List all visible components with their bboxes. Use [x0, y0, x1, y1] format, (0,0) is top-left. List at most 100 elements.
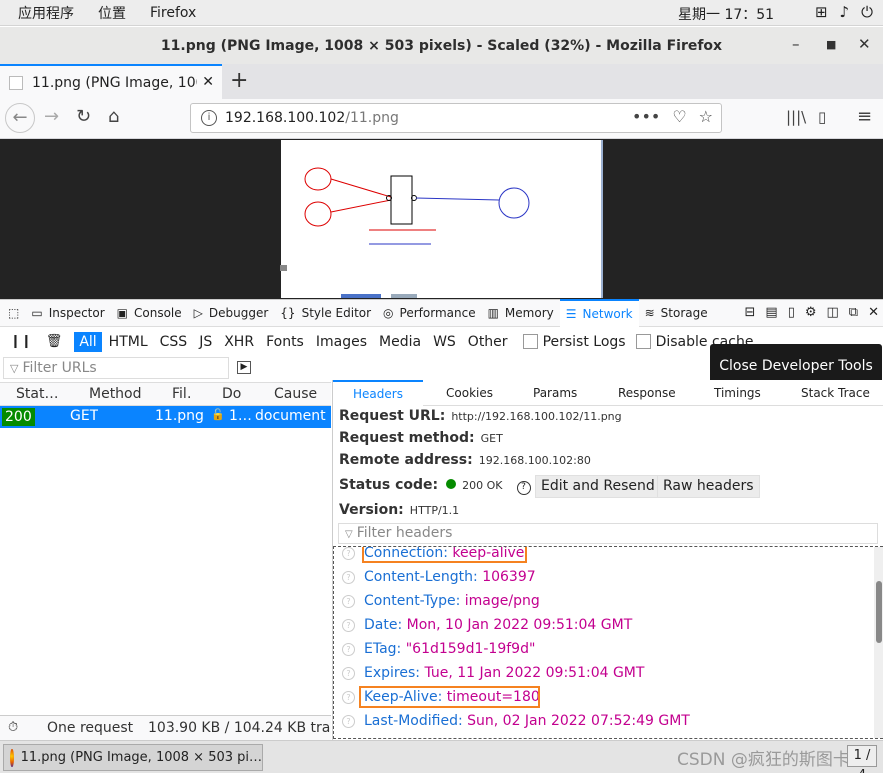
tab-inspector[interactable]: ▭ Inspector: [25, 299, 110, 327]
tab-headers[interactable]: Headers: [333, 380, 423, 406]
toggle-details-icon[interactable]: ▶: [237, 361, 251, 374]
col-method[interactable]: Method: [89, 386, 142, 402]
filter-images[interactable]: Images: [311, 332, 372, 352]
tab-response[interactable]: Response: [618, 386, 676, 400]
col-file[interactable]: Fil…: [172, 386, 192, 402]
header-help-icon[interactable]: ?: [342, 595, 355, 608]
filter-headers-input[interactable]: ▽ Filter headers: [338, 523, 878, 544]
request-table-header: Stat… Method Fil… Do Cause: [0, 382, 331, 406]
tab-network[interactable]: ☰ Network: [559, 299, 639, 327]
workspace-pager[interactable]: 1 / 4: [847, 745, 877, 773]
col-domain[interactable]: Do: [222, 386, 242, 402]
filter-fonts[interactable]: Fonts: [261, 332, 309, 352]
close-devtools-icon[interactable]: ✕: [868, 305, 879, 320]
system-tray[interactable]: ⊞ ♪ ⏻: [815, 3, 873, 21]
url-text[interactable]: 192.168.100.102/11.png: [225, 110, 399, 126]
clock[interactable]: 星期一 17：51: [678, 4, 774, 24]
minimize-icon[interactable]: –: [792, 35, 800, 53]
tab-cookies[interactable]: Cookies: [446, 386, 493, 400]
clear-trash-icon[interactable]: 🗑: [46, 334, 63, 349]
close-tab-icon[interactable]: ✕: [202, 74, 214, 90]
col-status[interactable]: Stat…: [16, 386, 62, 402]
col-cause[interactable]: Cause: [274, 386, 317, 402]
headers-scrollbar[interactable]: [874, 547, 883, 738]
filter-all[interactable]: All: [74, 331, 102, 352]
request-method-row: Request method: GET: [339, 430, 503, 446]
raw-headers-button[interactable]: Raw headers: [657, 475, 760, 498]
tab-params[interactable]: Params: [533, 386, 577, 400]
header-help-icon[interactable]: ?: [342, 643, 355, 656]
active-app-menu[interactable]: Firefox: [144, 5, 202, 21]
tab-image[interactable]: 11.png (PNG Image, 1008 × 503 pixels) ✕: [0, 64, 222, 99]
forward-button-icon[interactable]: →: [44, 106, 59, 127]
volume-icon[interactable]: ♪: [840, 3, 850, 21]
new-tab-icon[interactable]: +: [230, 68, 248, 93]
power-icon[interactable]: ⏻: [861, 3, 873, 21]
tab-console[interactable]: ▣ Console: [111, 299, 188, 327]
back-button-icon[interactable]: ←: [5, 103, 35, 133]
pause-icon[interactable]: ❙❙: [10, 334, 32, 349]
tab-timings[interactable]: Timings: [714, 386, 761, 400]
applications-menu[interactable]: 应用程序: [12, 3, 80, 23]
reload-icon[interactable]: ↻: [76, 106, 91, 127]
header-help-icon[interactable]: ?: [342, 715, 355, 728]
frame-picker-icon[interactable]: ⊟: [744, 305, 755, 320]
dock-side-icon[interactable]: ◫: [827, 305, 839, 320]
filter-css[interactable]: CSS: [155, 332, 193, 352]
scrollbar-thumb[interactable]: [876, 581, 882, 643]
tab-stack-trace[interactable]: Stack Trace: [801, 386, 870, 400]
element-picker-icon[interactable]: ⬚: [0, 299, 25, 327]
devtools-toolbar: ⬚ ▭ Inspector ▣ Console ▷ Debugger {} Style …: [0, 299, 883, 327]
header-help-icon[interactable]: ?: [342, 547, 355, 560]
filter-media[interactable]: Media: [374, 332, 426, 352]
header-help-icon[interactable]: ?: [342, 571, 355, 584]
filter-ws[interactable]: WS: [428, 332, 461, 352]
header-help-icon[interactable]: ?: [342, 691, 355, 704]
tab-performance[interactable]: ◎ Performance: [377, 299, 482, 327]
tab-memory[interactable]: ▥ Memory: [482, 299, 560, 327]
places-menu[interactable]: 位置: [92, 3, 132, 23]
site-info-icon[interactable]: i: [201, 110, 217, 126]
header-value: Mon, 10 Jan 2022 09:51:04 GMT: [406, 617, 633, 633]
home-icon[interactable]: ⌂: [108, 106, 119, 127]
settings-gear-icon[interactable]: ⚙: [805, 305, 817, 320]
sidebar-icon[interactable]: ▯: [818, 108, 826, 126]
table-row[interactable]: 200 GET 11.png 🔓 1… document: [0, 406, 331, 428]
filter-urls-input[interactable]: ▽ Filter URLs: [3, 357, 229, 379]
disable-cache-box[interactable]: [635, 334, 651, 349]
page-content: [0, 139, 883, 299]
filter-html[interactable]: HTML: [104, 332, 153, 352]
tab-debugger-label: Debugger: [208, 306, 269, 320]
request-count: One request: [47, 720, 134, 736]
status-help-icon[interactable]: ?: [516, 481, 531, 495]
taskbar-window-button[interactable]: 11.png (PNG Image, 1008 × 503 pi…: [3, 744, 263, 771]
responsive-design-icon[interactable]: ▯: [788, 305, 795, 320]
filter-other[interactable]: Other: [463, 332, 513, 352]
filter-js[interactable]: JS: [194, 332, 217, 352]
bookmark-star-icon[interactable]: ☆: [699, 107, 713, 126]
scratchpad-icon[interactable]: ▤: [765, 305, 777, 320]
tab-style-editor[interactable]: {} Style Editor: [274, 299, 377, 327]
page-actions-icon[interactable]: •••: [632, 107, 660, 126]
edit-and-resend-button[interactable]: Edit and Resend: [535, 475, 661, 498]
insecure-lock-icon: 🔓: [211, 408, 225, 421]
close-window-icon[interactable]: ✕: [858, 35, 871, 53]
network-icon[interactable]: ⊞: [815, 3, 828, 21]
performance-analysis-icon[interactable]: ⏱: [8, 720, 18, 735]
pocket-icon[interactable]: ♡: [672, 107, 686, 126]
row-status-badge: 200: [2, 408, 35, 426]
hamburger-menu-icon[interactable]: ≡: [857, 106, 872, 127]
network-diagram-image[interactable]: [281, 140, 603, 298]
filter-xhr[interactable]: XHR: [219, 332, 259, 352]
separate-window-icon[interactable]: ⧉: [849, 305, 858, 320]
persist-logs-box[interactable]: [522, 334, 538, 349]
tab-storage[interactable]: ≋ Storage: [639, 299, 714, 327]
persist-logs-checkbox[interactable]: Persist Logs: [522, 334, 626, 350]
header-help-icon[interactable]: ?: [342, 667, 355, 680]
url-bar[interactable]: i 192.168.100.102/11.png ••• ♡ ☆: [190, 103, 722, 133]
header-help-icon[interactable]: ?: [342, 619, 355, 632]
maximize-icon[interactable]: ■: [826, 38, 836, 51]
tab-console-label: Console: [134, 306, 182, 320]
tab-debugger[interactable]: ▷ Debugger: [188, 299, 275, 327]
library-icon[interactable]: |||\: [786, 108, 806, 126]
